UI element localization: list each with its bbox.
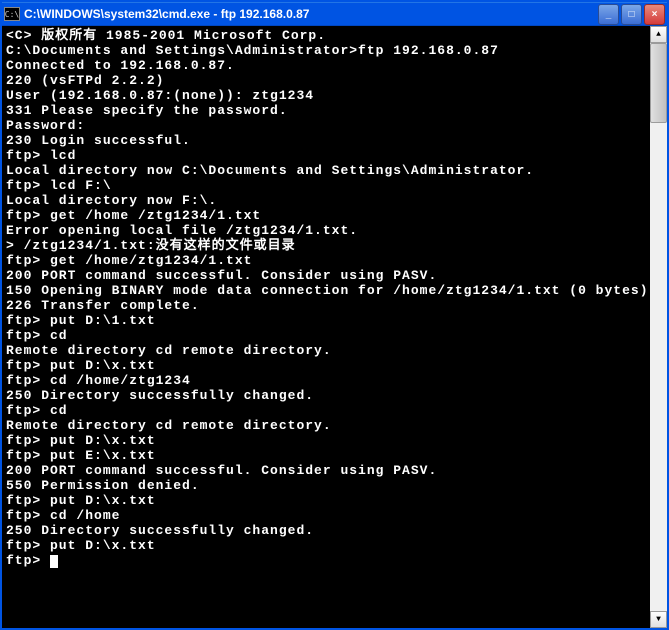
terminal-line: ftp> cd /home/ztg1234 bbox=[6, 373, 646, 388]
scroll-up-button[interactable]: ▲ bbox=[650, 26, 667, 43]
cmd-icon: C:\ bbox=[4, 7, 20, 21]
window-controls: _ □ × bbox=[598, 4, 665, 25]
terminal-line: 150 Opening BINARY mode data connection … bbox=[6, 283, 646, 298]
terminal-line: 550 Permission denied. bbox=[6, 478, 646, 493]
terminal-line: ftp> put E:\x.txt bbox=[6, 448, 646, 463]
terminal-line: ftp> cd /home bbox=[6, 508, 646, 523]
terminal-line: <C> 版权所有 1985-2001 Microsoft Corp. bbox=[6, 28, 646, 43]
terminal-line: Local directory now F:\. bbox=[6, 193, 646, 208]
terminal-output[interactable]: <C> 版权所有 1985-2001 Microsoft Corp.C:\Doc… bbox=[2, 26, 650, 628]
terminal-line: Remote directory cd remote directory. bbox=[6, 343, 646, 358]
scroll-thumb[interactable] bbox=[650, 43, 667, 123]
terminal-cursor bbox=[50, 555, 58, 568]
terminal-line: ftp> cd bbox=[6, 403, 646, 418]
terminal-line: 230 Login successful. bbox=[6, 133, 646, 148]
terminal-line: 220 (vsFTPd 2.2.2) bbox=[6, 73, 646, 88]
terminal-line: ftp> put D:\1.txt bbox=[6, 313, 646, 328]
terminal-line: Password: bbox=[6, 118, 646, 133]
terminal-line: Local directory now C:\Documents and Set… bbox=[6, 163, 646, 178]
terminal-line: 200 PORT command successful. Consider us… bbox=[6, 268, 646, 283]
maximize-button[interactable]: □ bbox=[621, 4, 642, 25]
terminal-line: ftp> get /home /ztg1234/1.txt bbox=[6, 208, 646, 223]
titlebar[interactable]: C:\ C:\WINDOWS\system32\cmd.exe - ftp 19… bbox=[2, 2, 667, 26]
terminal-line: ftp> lcd bbox=[6, 148, 646, 163]
terminal-line: > /ztg1234/1.txt:没有这样的文件或目录 bbox=[6, 238, 646, 253]
vertical-scrollbar[interactable]: ▲ ▼ bbox=[650, 26, 667, 628]
window-title: C:\WINDOWS\system32\cmd.exe - ftp 192.16… bbox=[24, 7, 598, 21]
terminal-line: Connected to 192.168.0.87. bbox=[6, 58, 646, 73]
scroll-down-button[interactable]: ▼ bbox=[650, 611, 667, 628]
terminal-line: 226 Transfer complete. bbox=[6, 298, 646, 313]
terminal-line: 200 PORT command successful. Consider us… bbox=[6, 463, 646, 478]
terminal-line: 250 Directory successfully changed. bbox=[6, 523, 646, 538]
command-prompt-window: C:\ C:\WINDOWS\system32\cmd.exe - ftp 19… bbox=[0, 0, 669, 630]
terminal-line: ftp> bbox=[6, 553, 646, 568]
terminal-line: ftp> get /home/ztg1234/1.txt bbox=[6, 253, 646, 268]
scroll-track[interactable] bbox=[650, 43, 667, 611]
terminal-line: ftp> put D:\x.txt bbox=[6, 358, 646, 373]
terminal-line: 250 Directory successfully changed. bbox=[6, 388, 646, 403]
minimize-button[interactable]: _ bbox=[598, 4, 619, 25]
terminal-line: Remote directory cd remote directory. bbox=[6, 418, 646, 433]
window-body: <C> 版权所有 1985-2001 Microsoft Corp.C:\Doc… bbox=[2, 26, 667, 628]
close-button[interactable]: × bbox=[644, 4, 665, 25]
terminal-line: ftp> put D:\x.txt bbox=[6, 538, 646, 553]
terminal-line: ftp> cd bbox=[6, 328, 646, 343]
terminal-line: User (192.168.0.87:(none)): ztg1234 bbox=[6, 88, 646, 103]
terminal-line: C:\Documents and Settings\Administrator>… bbox=[6, 43, 646, 58]
terminal-line: Error opening local file /ztg1234/1.txt. bbox=[6, 223, 646, 238]
terminal-line: ftp> put D:\x.txt bbox=[6, 433, 646, 448]
terminal-line: ftp> put D:\x.txt bbox=[6, 493, 646, 508]
terminal-line: ftp> lcd F:\ bbox=[6, 178, 646, 193]
terminal-line: 331 Please specify the password. bbox=[6, 103, 646, 118]
